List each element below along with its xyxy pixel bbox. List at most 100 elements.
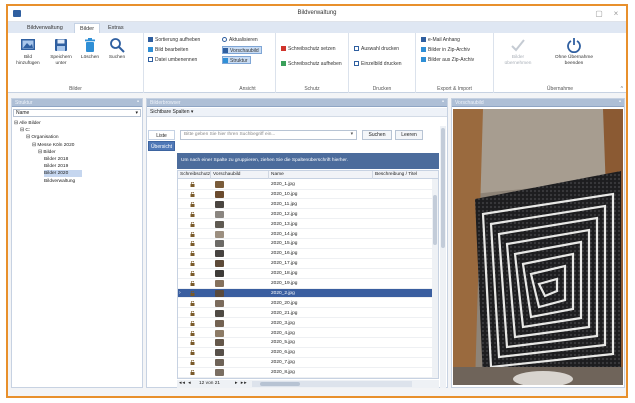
table-row[interactable]: 2020_21.jpg [178,309,434,319]
protection-icon [190,359,195,366]
tree-item[interactable]: ⊟ C: [20,127,44,134]
visible-columns-menu[interactable]: Sichtbare Spalten ▾ [147,108,447,117]
pager-prev-icons[interactable]: ◂◂ ◂ [179,380,192,388]
tree-item[interactable]: ⊟ Bilder [38,149,70,156]
preview-icon [223,48,228,53]
table-row[interactable]: 2020_15.jpg [178,239,434,249]
zip-import-icon [421,57,426,62]
tree-item[interactable]: Bilder 2020 [44,170,83,178]
horizontal-scrollbar[interactable] [252,381,412,387]
search-submit-button[interactable]: Suchen [362,130,392,140]
rename-file-button[interactable]: Datei umbenennen [148,56,197,64]
sort-icon [148,37,153,42]
group-label-drucken: Drucken [372,86,392,92]
group-label-export: Export & Import [437,86,472,92]
refresh-button[interactable]: Aktualisieren [222,36,258,44]
tree-item[interactable]: Bildverwaltung [44,178,89,185]
tree-item[interactable]: ⊟ Alle Bilder [14,120,55,127]
table-row[interactable]: 2020_17.jpg [178,259,434,269]
tab-uebersicht[interactable]: Übersicht [148,141,175,151]
table-row[interactable]: 2020_10.jpg [178,190,434,200]
browser-scrollbar[interactable] [440,126,446,388]
table-row[interactable]: 2020_13.jpg [178,220,434,230]
rename-icon [148,57,153,62]
structure-toggle[interactable]: Struktur [222,56,251,64]
edit-image-button[interactable]: Bild bearbeiten [148,46,188,54]
table-row[interactable]: 2020_14.jpg [178,230,434,240]
scrollbar-thumb[interactable] [260,382,300,386]
table-row[interactable]: 2020_12.jpg [178,210,434,220]
collapse-ribbon-icon[interactable]: ^ [621,86,623,92]
group-label-schutz: Schutz [304,86,320,92]
column-header-thumbnail[interactable]: Vorschaubild [211,171,269,179]
file-name: 2020_12.jpg [271,211,298,217]
group-bearbeiten: Sortierung aufheben Bild bearbeiten Date… [144,33,220,93]
tab-bildverwaltung[interactable]: Bildverwaltung [22,23,68,33]
scrollbar-thumb[interactable] [433,195,437,245]
export-zip-button[interactable]: Bilder in Zip-Archiv [421,46,470,54]
pin-icon[interactable]: ▪ [442,99,444,105]
table-row[interactable]: 2020_16.jpg [178,249,434,259]
take-over-button[interactable]: Bilder übernehmen [498,37,538,66]
column-header-name[interactable]: Name [269,171,373,179]
table-row[interactable]: 2020_18.jpg [178,269,434,279]
search-input[interactable]: Bitte geben Sie hier Ihren Suchbegriff e… [180,130,357,140]
save-as-button[interactable]: Speichern unter [47,37,75,66]
minimize-button[interactable]: ▢ [592,8,606,19]
table-row[interactable]: › 2020_2.jpg [178,288,434,299]
scrollbar-thumb[interactable] [441,128,445,248]
table-row[interactable]: 2020_3.jpg [178,319,434,329]
protection-icon [190,191,195,197]
pin-icon[interactable]: ▪ [619,99,621,105]
grid-scrollbar[interactable] [432,179,438,378]
file-name: 2020_21.jpg [271,310,298,316]
lock-icon [281,46,286,51]
remove-protection-button[interactable]: Schreibschutz aufheben [281,60,342,68]
table-row[interactable]: 2020_8.jpg [178,368,434,378]
print-single-button[interactable]: Einzelbild drucken [354,60,402,68]
tree-item[interactable]: Bilder 2018 [44,156,82,163]
thumbnail [215,240,224,248]
thumbnail [215,210,224,218]
tree-item[interactable]: ⊟ Messe Köln 2020 [32,142,88,149]
pager-next-icons[interactable]: ▸ ▸▸ [235,380,248,388]
column-header-protection[interactable]: Schreibschutz [178,171,211,179]
add-image-button[interactable]: Bild hinzufügen [11,37,45,66]
tab-bilder[interactable]: Bilder [74,23,101,33]
import-zip-button[interactable]: Bilder aus Zip-Archiv [421,56,474,64]
thumbnail [215,181,224,188]
table-row[interactable]: 2020_4.jpg [178,329,434,339]
table-row[interactable]: 2020_11.jpg [178,200,434,210]
tab-extras[interactable]: Extras [103,23,129,33]
close-button[interactable]: × [609,8,623,19]
file-name: 2020_19.jpg [271,281,298,286]
group-bilder: Bild hinzufügen Speichern unter Löschen Su… [8,33,144,93]
pin-icon[interactable]: ▪ [137,99,139,105]
sort-combo[interactable]: Name ▾ [13,109,141,117]
tree-item[interactable]: ⊟ Organisation [26,134,73,141]
table-row[interactable]: 2020_1.jpg [178,180,434,190]
file-name: 2020_1.jpg [271,182,295,187]
table-row[interactable]: 2020_20.jpg [178,299,434,309]
email-attachment-button[interactable]: e-Mail Anhang [421,36,460,44]
column-header-description[interactable]: Beschreibung / Titel [373,171,438,179]
exit-without-takeover-button[interactable]: Ohne Übernahme beenden [546,37,602,66]
preview-toggle[interactable]: Vorschaubild [222,46,262,54]
set-protection-button[interactable]: Schreibschutz setzen [281,45,336,53]
tree-item[interactable]: Bilder 2019 [44,163,82,170]
table-row[interactable]: 2020_6.jpg [178,348,434,358]
search-button[interactable]: Suchen [105,37,129,61]
clear-search-button[interactable]: Leeren [395,130,423,140]
table-row[interactable]: 2020_19.jpg [178,279,434,289]
print-selection-button[interactable]: Auswahl drucken [354,45,399,53]
sort-off-button[interactable]: Sortierung aufheben [148,36,200,44]
file-name: 2020_10.jpg [271,191,298,197]
delete-button[interactable]: Löschen [77,37,103,61]
table-row[interactable]: 2020_7.jpg [178,358,434,368]
tab-liste[interactable]: Liste [148,130,175,140]
file-name: 2020_11.jpg [271,201,298,207]
unlock-icon [281,61,286,66]
table-row[interactable]: 2020_5.jpg [178,338,434,348]
protection-icon [190,221,195,227]
preview-pane: Vorschaubild ▪ [451,98,625,388]
